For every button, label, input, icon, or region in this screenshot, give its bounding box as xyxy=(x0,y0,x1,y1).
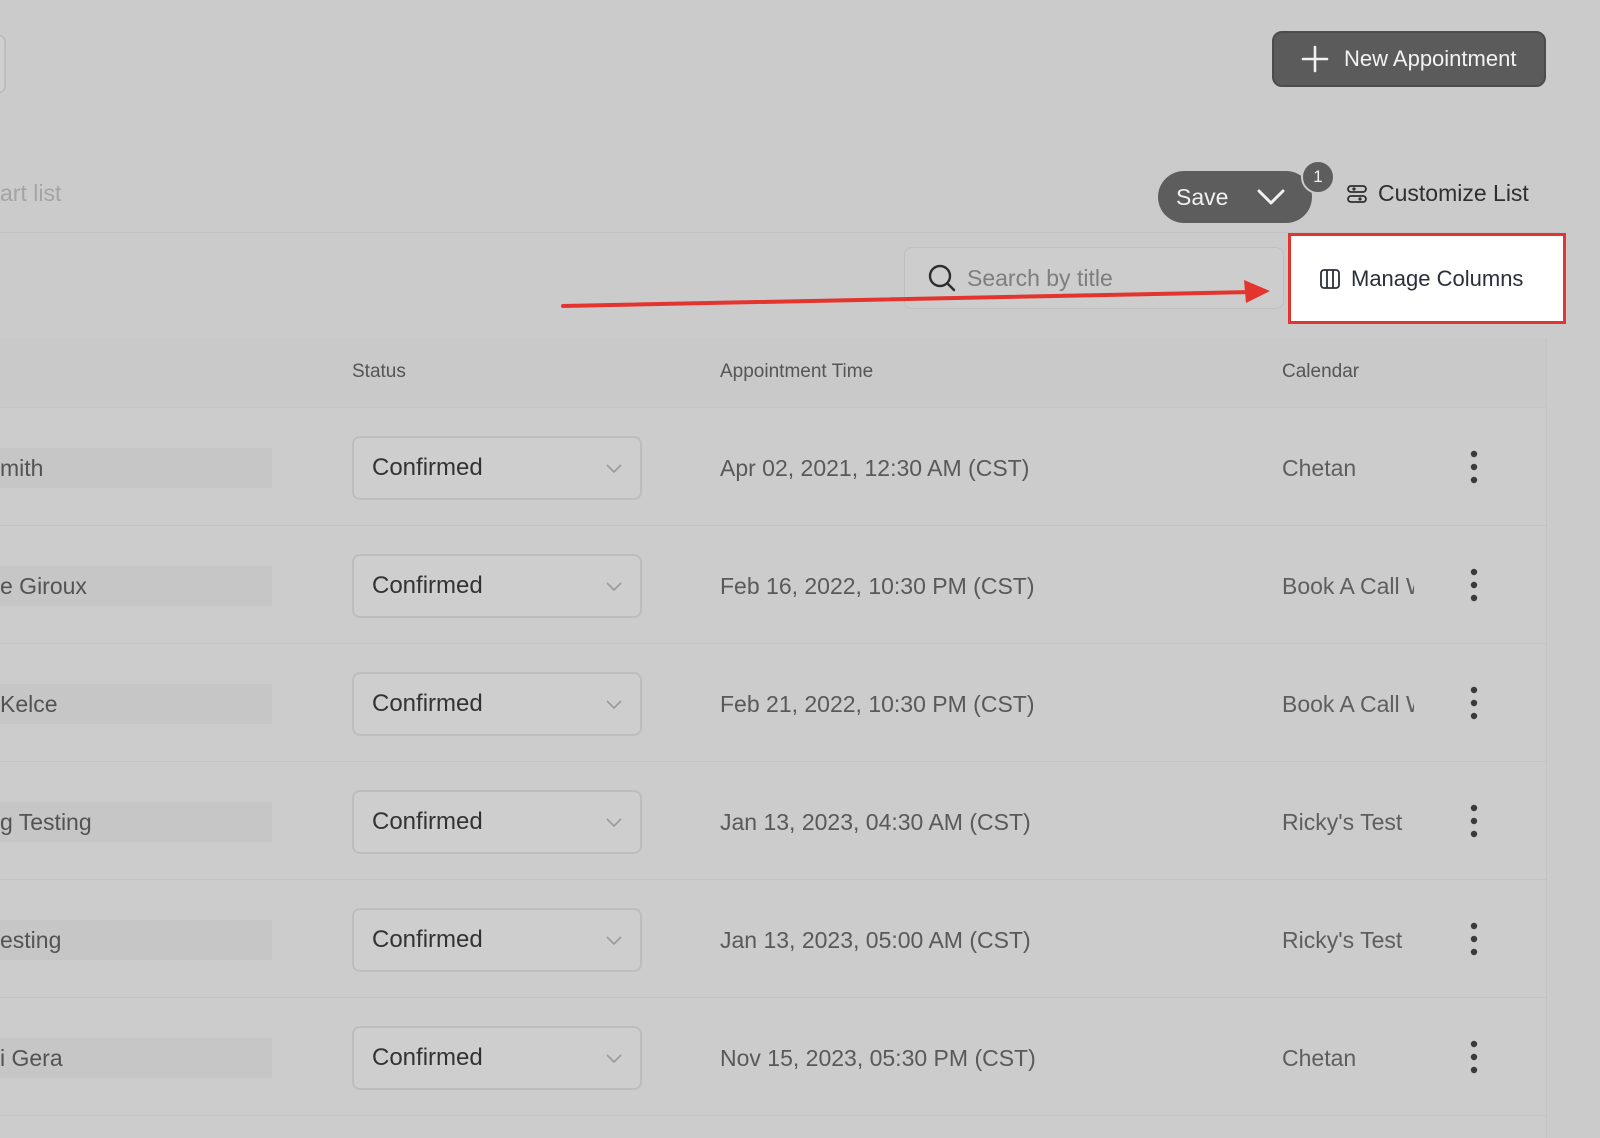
table-row[interactable]: i Gera Confirmed Nov 15, 2023, 05:30 PM … xyxy=(0,998,1546,1116)
status-value: Confirmed xyxy=(372,690,483,717)
status-select[interactable]: Confirmed xyxy=(352,672,642,736)
left-cut-control[interactable] xyxy=(0,34,6,94)
appointment-time: Apr 02, 2021, 12:30 AM (CST) xyxy=(720,455,1030,481)
customize-list-label: Customize List xyxy=(1378,180,1529,206)
chevron-down-icon xyxy=(606,582,622,592)
sliders-icon xyxy=(1347,184,1367,203)
table-body: mith Confirmed Apr 02, 2021, 12:30 AM (C… xyxy=(0,408,1546,1116)
calendar-name: Ricky's Test xyxy=(1282,927,1403,953)
customize-list-button[interactable]: Customize List xyxy=(1346,180,1529,207)
kebab-icon[interactable] xyxy=(1466,450,1482,484)
appointment-time: Feb 21, 2022, 10:30 PM (CST) xyxy=(720,691,1035,717)
status-value: Confirmed xyxy=(372,808,483,835)
new-appointment-label: New Appointment xyxy=(1344,46,1517,71)
table-row[interactable]: Kelce Confirmed Feb 21, 2022, 10:30 PM (… xyxy=(0,644,1546,762)
appointment-time: Jan 13, 2023, 05:00 AM (CST) xyxy=(720,927,1031,953)
status-select[interactable]: Confirmed xyxy=(352,1026,642,1090)
table-row[interactable]: mith Confirmed Apr 02, 2021, 12:30 AM (C… xyxy=(0,408,1546,526)
kebab-icon[interactable] xyxy=(1466,922,1482,956)
chevron-down-icon xyxy=(1257,189,1285,205)
new-appointment-button[interactable]: New Appointment xyxy=(1272,31,1546,87)
column-header-appointment-time[interactable]: Appointment Time xyxy=(720,361,873,383)
status-value: Confirmed xyxy=(372,454,483,481)
manage-columns-button[interactable]: Manage Columns xyxy=(1288,233,1566,324)
table-row[interactable]: g Testing Confirmed Jan 13, 2023, 04:30 … xyxy=(0,762,1546,880)
contact-name[interactable]: esting xyxy=(0,927,61,954)
chevron-down-icon xyxy=(606,1054,622,1064)
contact-name[interactable]: i Gera xyxy=(0,1045,63,1072)
appointment-time: Feb 16, 2022, 10:30 PM (CST) xyxy=(720,573,1035,599)
calendar-name: Ricky's Test xyxy=(1282,809,1403,835)
kebab-icon[interactable] xyxy=(1466,568,1482,602)
kebab-icon[interactable] xyxy=(1466,804,1482,838)
chevron-down-icon xyxy=(606,700,622,710)
save-label: Save xyxy=(1176,183,1229,210)
table-row[interactable]: esting Confirmed Jan 13, 2023, 05:00 AM … xyxy=(0,880,1546,998)
status-select[interactable]: Confirmed xyxy=(352,790,642,854)
table-row[interactable]: e Giroux Confirmed Feb 16, 2022, 10:30 P… xyxy=(0,526,1546,644)
table-header: Status Appointment Time Calendar xyxy=(0,338,1546,408)
search-icon xyxy=(928,264,956,292)
appointment-time: Nov 15, 2023, 05:30 PM (CST) xyxy=(720,1045,1036,1071)
chevron-down-icon xyxy=(606,818,622,828)
appointment-time: Jan 13, 2023, 04:30 AM (CST) xyxy=(720,809,1031,835)
calendar-name: Book A Call With xyxy=(1282,573,1414,599)
status-select[interactable]: Confirmed xyxy=(352,554,642,618)
search-placeholder: Search by title xyxy=(967,264,1113,291)
status-select[interactable]: Confirmed xyxy=(352,908,642,972)
save-dropdown-button[interactable]: Save xyxy=(1158,171,1312,223)
column-header-calendar[interactable]: Calendar xyxy=(1282,361,1359,383)
contact-name[interactable]: mith xyxy=(0,455,43,482)
status-select[interactable]: Confirmed xyxy=(352,436,642,500)
appointments-table: Status Appointment Time Calendar mith Co… xyxy=(0,338,1547,1138)
plus-icon xyxy=(1301,45,1329,73)
column-header-status[interactable]: Status xyxy=(352,361,406,383)
kebab-icon[interactable] xyxy=(1466,686,1482,720)
contact-name[interactable]: e Giroux xyxy=(0,573,87,600)
manage-columns-label: Manage Columns xyxy=(1351,265,1524,291)
status-value: Confirmed xyxy=(372,926,483,953)
save-count-badge: 1 xyxy=(1301,160,1335,194)
status-value: Confirmed xyxy=(372,1044,483,1071)
search-input[interactable]: Search by title xyxy=(904,247,1284,309)
contact-name[interactable]: g Testing xyxy=(0,809,92,836)
contact-name[interactable]: Kelce xyxy=(0,691,58,718)
calendar-name: Chetan xyxy=(1282,455,1357,481)
calendar-name: Chetan xyxy=(1282,1045,1357,1071)
columns-icon xyxy=(1320,268,1340,289)
chevron-down-icon xyxy=(606,464,622,474)
status-value: Confirmed xyxy=(372,572,483,599)
smart-list-tab[interactable]: art list xyxy=(0,180,61,207)
chevron-down-icon xyxy=(606,936,622,946)
calendar-name: Book A Call With xyxy=(1282,691,1414,717)
kebab-icon[interactable] xyxy=(1466,1040,1482,1074)
